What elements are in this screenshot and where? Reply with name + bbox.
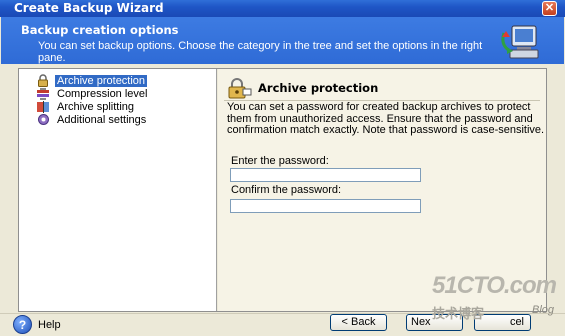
tree-item-archive-protection[interactable]: Archive protection (35, 74, 148, 87)
wizard-header: Backup creation options You can set back… (1, 17, 564, 64)
help-label: Help (38, 318, 61, 331)
lock-icon (35, 74, 51, 87)
close-icon: ✕ (544, 2, 555, 14)
backup-computer-icon (501, 25, 539, 59)
confirm-password-label: Confirm the password: (231, 184, 342, 196)
pane-description: You can set a password for created backu… (227, 101, 545, 136)
back-button[interactable]: < Back (330, 314, 387, 331)
settings-icon (35, 113, 51, 126)
close-button[interactable]: ✕ (542, 1, 557, 16)
title-bar[interactable]: Create Backup Wizard ✕ (0, 0, 565, 17)
options-tree[interactable]: Archive protection Compression level Arc… (19, 69, 217, 311)
help-icon: ? (13, 315, 32, 334)
tree-item-label: Additional settings (57, 113, 147, 126)
help-button[interactable]: ? Help (13, 315, 61, 334)
watermark-logo: 51CTO.com (432, 272, 557, 299)
watermark-subtitle: 技术博客 (432, 306, 485, 321)
wizard-window: Create Backup Wizard ✕ Backup creation o… (0, 0, 565, 336)
compression-icon (35, 87, 51, 100)
pane-header: Archive protection (226, 77, 378, 99)
tree-item-label: Compression level (57, 87, 148, 100)
header-title: Backup creation options (21, 23, 179, 37)
tree-item-label: Archive protection (55, 74, 148, 87)
pane-title: Archive protection (258, 81, 379, 95)
tree-item-label: Archive splitting (57, 100, 135, 113)
password-field[interactable] (230, 168, 421, 182)
splitting-icon (35, 100, 51, 113)
password-label: Enter the password: (231, 155, 329, 167)
confirm-password-field[interactable] (230, 199, 421, 213)
tree-item-archive-splitting[interactable]: Archive splitting (35, 100, 136, 113)
password-lock-icon (228, 78, 252, 99)
tree-item-additional-settings[interactable]: Additional settings (35, 113, 148, 126)
tree-item-compression-level[interactable]: Compression level (35, 87, 149, 100)
header-description: You can set backup options. Choose the c… (38, 40, 483, 64)
watermark-blog: Blog (532, 304, 555, 316)
window-title: Create Backup Wizard (14, 1, 164, 15)
